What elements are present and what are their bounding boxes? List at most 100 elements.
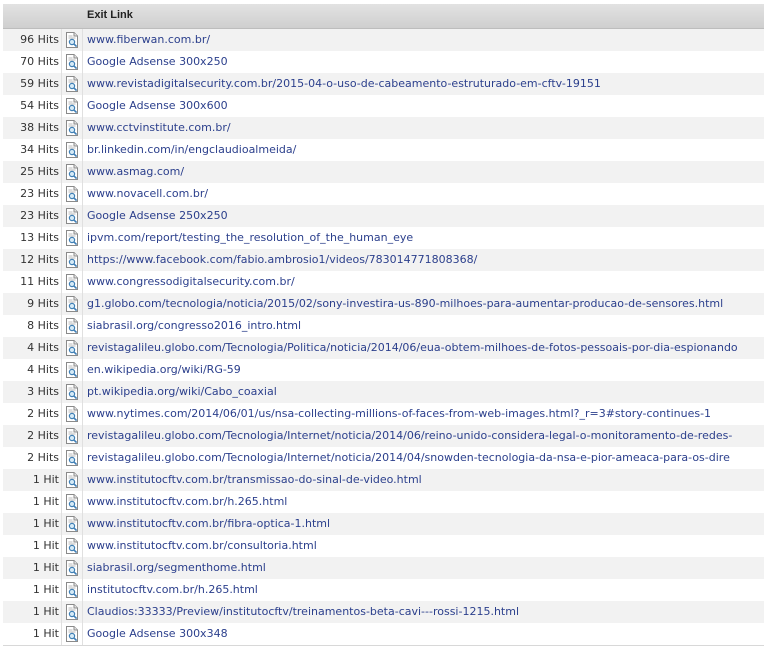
visitor-details-icon[interactable] [61,469,83,491]
table-row: 1 Hit siabrasil.org/segmenthome.html [3,557,764,579]
table-row: 59 Hits www.revistadigitalsecurity.com.b… [3,73,764,95]
visitor-details-icon[interactable] [61,623,83,645]
exit-link[interactable]: Google Adsense 300x348 [87,623,228,645]
hit-count: 1 Hit [32,517,59,530]
exit-link[interactable]: www.asmag.com/ [87,161,184,183]
exit-link[interactable]: www.fiberwan.com.br/ [87,29,210,51]
exit-link[interactable]: www.revistadigitalsecurity.com.br/2015-0… [87,73,601,95]
visitor-details-icon[interactable] [61,95,83,117]
visitor-details-icon[interactable] [61,293,83,315]
exit-link[interactable]: revistagalileu.globo.com/Tecnologia/Inte… [87,447,730,469]
table-row: 1 Hit www.institutocftv.com.br/h.265.htm… [3,491,764,513]
table-row: 9 Hits g1.globo.com/tecnologia/noticia/2… [3,293,764,315]
exit-link[interactable]: Google Adsense 300x250 [87,51,228,73]
visitor-details-icon[interactable] [61,403,83,425]
table-row: 23 Hits www.novacell.com.br/ [3,183,764,205]
exit-link[interactable]: www.institutocftv.com.br/h.265.html [87,491,287,513]
visitor-details-icon[interactable] [61,117,83,139]
exit-link[interactable]: www.congressodigitalsecurity.com.br/ [87,271,295,293]
visitor-details-icon[interactable] [61,359,83,381]
visitor-details-icon[interactable] [61,513,83,535]
table-row: 23 Hits Google Adsense 250x250 [3,205,764,227]
magnifier-page-icon [66,98,78,114]
visitor-details-icon[interactable] [61,601,83,623]
table-row: 38 Hits www.cctvinstitute.com.br/ [3,117,764,139]
table-row: 11 Hits www.congressodigitalsecurity.com… [3,271,764,293]
hit-count: 23 Hits [20,209,59,222]
exit-link[interactable]: br.linkedin.com/in/engclaudioalmeida/ [87,139,296,161]
magnifier-page-icon [66,296,78,312]
visitor-details-icon[interactable] [61,337,83,359]
exit-link[interactable]: revistagalileu.globo.com/Tecnologia/Poli… [87,337,738,359]
hit-count: 1 Hit [32,495,59,508]
visitor-details-icon[interactable] [61,183,83,205]
magnifier-page-icon [66,54,78,70]
visitor-details-icon[interactable] [61,381,83,403]
visitor-details-icon[interactable] [61,139,83,161]
magnifier-page-icon [66,252,78,268]
table-row: 1 Hit www.institutocftv.com.br/fibra-opt… [3,513,764,535]
visitor-details-icon[interactable] [61,535,83,557]
visitor-details-icon[interactable] [61,161,83,183]
visitor-details-icon[interactable] [61,51,83,73]
table-row: 4 Hits revistagalileu.globo.com/Tecnolog… [3,337,764,359]
hit-count: 23 Hits [20,187,59,200]
hit-count: 1 Hit [32,605,59,618]
table-body: 96 Hits www.fiberwan.com.br/ 70 Hits Goo… [3,29,764,645]
table-row: 8 Hits siabrasil.org/congresso2016_intro… [3,315,764,337]
magnifier-page-icon [66,406,78,422]
exit-link[interactable]: https://www.facebook.com/fabio.ambrosio1… [87,249,477,271]
hit-count: 54 Hits [20,99,59,112]
magnifier-page-icon [66,582,78,598]
magnifier-page-icon [66,164,78,180]
exit-link[interactable]: siabrasil.org/congresso2016_intro.html [87,315,301,337]
table-row: 54 Hits Google Adsense 300x600 [3,95,764,117]
hit-count: 2 Hits [27,407,59,420]
visitor-details-icon[interactable] [61,73,83,95]
visitor-details-icon[interactable] [61,557,83,579]
magnifier-page-icon [66,494,78,510]
exit-link[interactable]: Google Adsense 250x250 [87,205,228,227]
magnifier-page-icon [66,318,78,334]
visitor-details-icon[interactable] [61,29,83,51]
visitor-details-icon[interactable] [61,315,83,337]
exit-link[interactable]: www.institutocftv.com.br/transmissao-do-… [87,469,422,491]
table-row: 96 Hits www.fiberwan.com.br/ [3,29,764,51]
hit-count: 1 Hit [32,561,59,574]
exit-link[interactable]: revistagalileu.globo.com/Tecnologia/Inte… [87,425,732,447]
visitor-details-icon[interactable] [61,249,83,271]
hit-count: 25 Hits [20,165,59,178]
visitor-details-icon[interactable] [61,491,83,513]
hit-count: 70 Hits [20,55,59,68]
table-row: 2 Hits revistagalileu.globo.com/Tecnolog… [3,425,764,447]
magnifier-page-icon [66,604,78,620]
visitor-details-icon[interactable] [61,271,83,293]
exit-link[interactable]: www.novacell.com.br/ [87,183,208,205]
visitor-details-icon[interactable] [61,447,83,469]
table-row: 12 Hits https://www.facebook.com/fabio.a… [3,249,764,271]
visitor-details-icon[interactable] [61,227,83,249]
exit-link[interactable]: www.institutocftv.com.br/fibra-optica-1.… [87,513,330,535]
exit-link[interactable]: siabrasil.org/segmenthome.html [87,557,266,579]
exit-link[interactable]: en.wikipedia.org/wiki/RG-59 [87,359,241,381]
table-row: 25 Hits www.asmag.com/ [3,161,764,183]
visitor-details-icon[interactable] [61,205,83,227]
table-header: Exit Link [3,4,764,29]
exit-link[interactable]: Google Adsense 300x600 [87,95,228,117]
exit-link[interactable]: institutocftv.com.br/h.265.html [87,579,258,601]
magnifier-page-icon [66,560,78,576]
exit-link[interactable]: pt.wikipedia.org/wiki/Cabo_coaxial [87,381,277,403]
visitor-details-icon[interactable] [61,425,83,447]
exit-link[interactable]: www.cctvinstitute.com.br/ [87,117,231,139]
exit-link[interactable]: g1.globo.com/tecnologia/noticia/2015/02/… [87,293,723,315]
magnifier-page-icon [66,538,78,554]
exit-link[interactable]: ipvm.com/report/testing_the_resolution_o… [87,227,413,249]
exit-links-table: Exit Link 96 Hits www.fiberwan.com.br/ 7… [3,4,764,646]
exit-link[interactable]: www.institutocftv.com.br/consultoria.htm… [87,535,317,557]
visitor-details-icon[interactable] [61,579,83,601]
magnifier-page-icon [66,230,78,246]
exit-link[interactable]: Claudios:33333/Preview/institutocftv/tre… [87,601,519,623]
exit-link[interactable]: www.nytimes.com/2014/06/01/us/nsa-collec… [87,403,711,425]
magnifier-page-icon [66,362,78,378]
hit-count: 4 Hits [27,363,59,376]
